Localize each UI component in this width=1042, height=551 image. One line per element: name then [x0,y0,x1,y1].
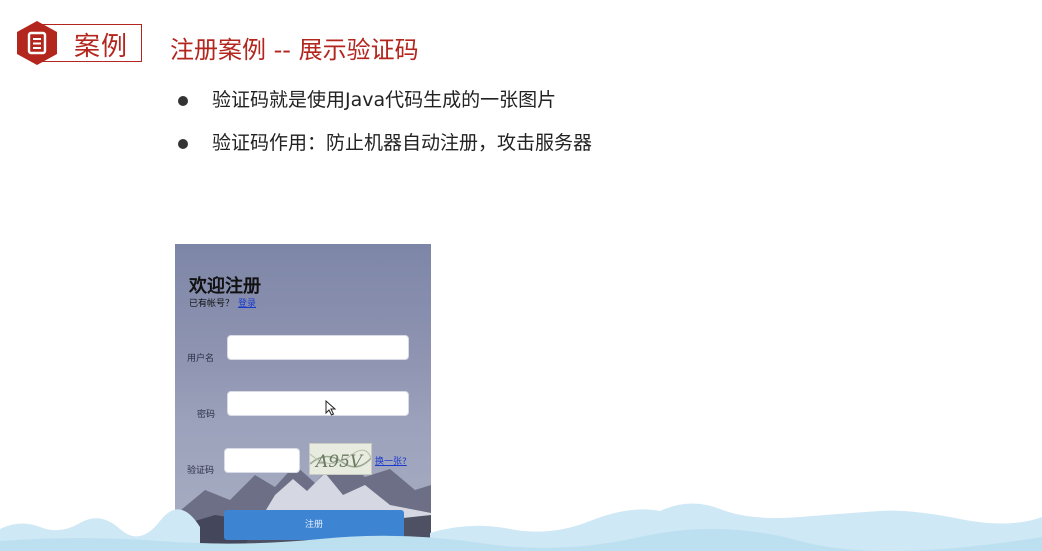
bullet-item: 验证码就是使用Java代码生成的一张图片 [176,86,592,129]
bullet-dot-icon [178,139,188,149]
wave-decoration [0,503,1042,551]
captcha-label: 验证码 [187,466,215,476]
captcha-noise: A95V [310,449,371,472]
slide-title: 注册案例 -- 展示验证码 [170,36,419,64]
captcha-text: A95V [314,452,364,472]
bullet-item: 验证码作用：防止机器自动注册，攻击服务器 [176,129,592,172]
bullet-text: 验证码作用：防止机器自动注册，攻击服务器 [212,132,593,154]
username-label: 用户名 [187,354,215,364]
refresh-captcha-link[interactable]: 换一张? [375,454,407,467]
form-heading: 欢迎注册 [189,276,261,297]
badge-label: 案例 [74,32,129,62]
document-icon [17,21,57,65]
has-account-text: 已有帐号？ 登录 [189,296,256,309]
bullet-text: 验证码就是使用Java代码生成的一张图片 [212,89,557,111]
password-input[interactable] [227,391,409,416]
has-account-label: 已有帐号？ [189,299,235,309]
mouse-cursor-icon [325,400,337,416]
bullet-list: 验证码就是使用Java代码生成的一张图片 验证码作用：防止机器自动注册，攻击服务… [176,86,592,172]
login-link[interactable]: 登录 [238,299,256,309]
captcha-image[interactable]: A95V [309,443,372,475]
section-badge: 案例 [14,20,142,66]
captcha-input[interactable] [224,448,300,473]
bullet-dot-icon [178,96,188,106]
password-label: 密码 [197,410,216,420]
username-input[interactable] [227,335,409,360]
